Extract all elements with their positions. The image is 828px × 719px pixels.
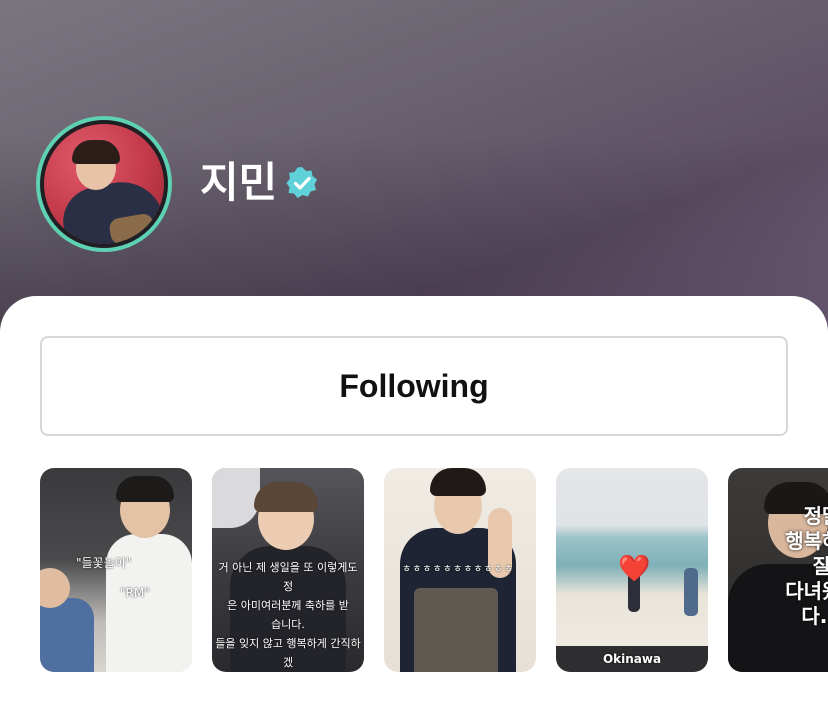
following-button-label: Following <box>339 367 489 404</box>
heart-sticker-icon: ❤️ <box>618 553 651 583</box>
story-thumbnail[interactable]: 거 아닌 제 생일을 또 이렇게도 정 은 아미여러분께 축하를 받 습니다. … <box>212 468 364 672</box>
story-caption: Okinawa <box>602 652 662 666</box>
profile-name: 지민 <box>200 158 278 207</box>
profile-name-row: 지민 <box>200 158 319 208</box>
story-thumbnail[interactable]: ❤️ Okinawa <box>556 468 708 672</box>
following-button[interactable]: Following <box>40 336 788 436</box>
avatar-story-ring[interactable] <box>36 116 172 252</box>
story-thumbnail[interactable]: "들꽃놀이" "RM" <box>40 468 192 672</box>
story-thumbnail[interactable]: ㅎㅎㅎㅎㅎㅎㅎㅎㅎㅎㅎ <box>384 468 536 672</box>
story-thumbnail[interactable]: 정말 행복하지 잘 다녀왔습 다... <box>728 468 828 672</box>
story-caption: "RM" <box>120 586 150 600</box>
story-caption: 거 아닌 제 생일을 또 이렇게도 정 은 아미여러분께 축하를 받 습니다. … <box>215 561 361 669</box>
story-highlights-row: "들꽃놀이" "RM" 거 아닌 제 생일을 또 이렇게도 정 은 아미여러분께… <box>40 468 828 672</box>
story-caption: "들꽃놀이" <box>76 556 132 570</box>
story-caption: ㅎㅎㅎㅎㅎㅎㅎㅎㅎㅎㅎ <box>402 564 515 575</box>
profile-page: 지민 Following "들꽃놀이" "RM" 거 아닌 제 생일을 또 이렇… <box>0 0 828 719</box>
verified-badge-icon <box>286 167 318 198</box>
story-caption: 정말 행복하지 잘 다녀왔습 다... <box>785 504 828 628</box>
avatar[interactable] <box>40 120 168 248</box>
